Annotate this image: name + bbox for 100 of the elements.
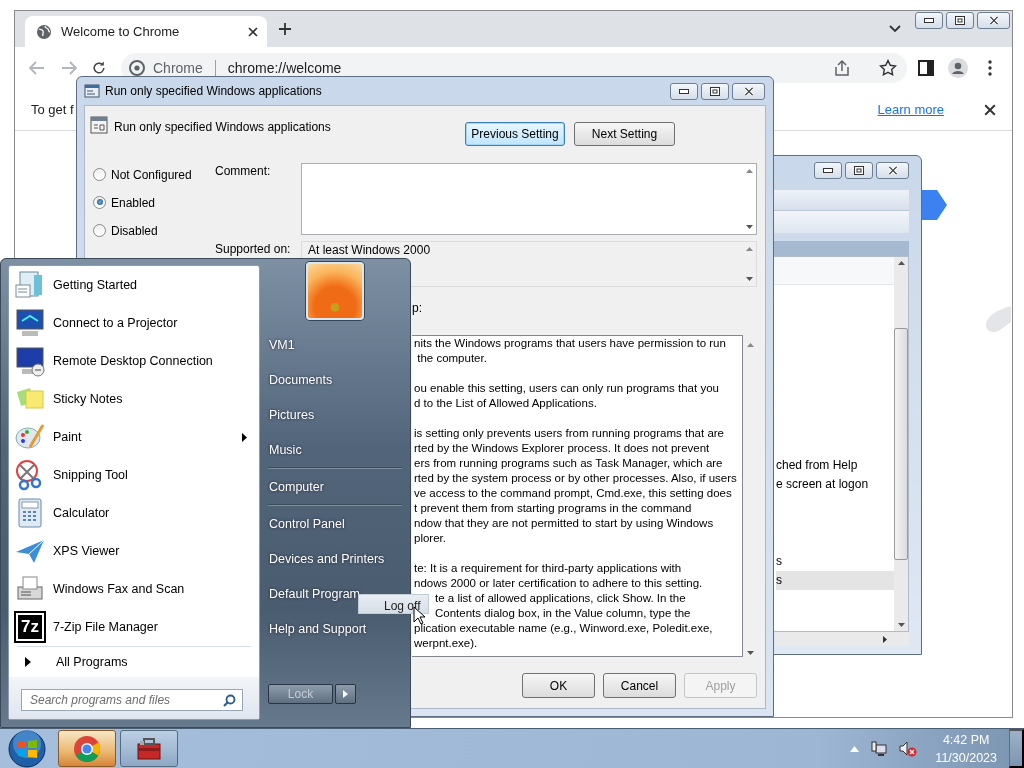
list-row[interactable]: e screen at logon [776,475,894,494]
start-menu-link[interactable]: Computer [268,469,324,504]
help-text-line: ndow that they are not permitted to start by using Windows [414,516,714,531]
close-button[interactable] [876,161,909,179]
start-menu-link[interactable]: Help and Support [268,611,367,646]
start-button[interactable] [8,729,46,768]
policy-window-icon [84,83,100,99]
monitor-icon [14,345,46,377]
clock-time: 4:42 PM [942,731,990,749]
help-text-line: rted by the system process or by other processes. Also, if users [414,471,737,486]
chrome-logo-icon [73,734,101,763]
log-off-menu-item[interactable]: Log off [358,594,429,614]
radio-button[interactable] [93,223,106,237]
start-menu-link[interactable]: Control Panel [268,506,345,541]
start-menu-link[interactable]: Default Program [268,576,360,611]
list-row[interactable]: s [776,571,894,590]
minimize-icon [679,88,689,94]
shutdown-options-button[interactable] [335,684,356,704]
close-button[interactable] [977,12,1010,29]
close-icon [886,165,899,175]
minimize-icon [823,167,833,173]
minimize-button[interactable] [670,82,698,100]
maximize-button[interactable] [946,12,974,29]
maximize-button[interactable] [701,82,729,100]
start-menu-link[interactable]: Pictures [268,397,315,432]
help-text-line: rted by the Windows Explorer process. It does not prevent [414,441,710,456]
help-text-line: the computer. [416,351,487,366]
program-item[interactable]: Calculator [9,494,259,532]
infobar-text: To get f [31,102,74,117]
url-text: chrome://welcome [227,60,343,76]
help-text-line: ers from running programs such as Task Manager, which are [414,456,723,471]
start-menu-link[interactable]: VM1 [268,327,295,362]
help-text-line: ndows 2000 or later certification to adhere to this setting. [414,576,703,591]
muted-speaker-icon[interactable] [899,740,918,757]
radio-button[interactable] [93,195,106,209]
arrow-right-icon [343,690,348,698]
site-label: Chrome [153,60,203,76]
minimize-button[interactable] [814,161,842,179]
plus-icon [278,22,292,36]
scroll-down-icon [746,651,754,655]
taskbar-button[interactable] [58,730,116,767]
radio-button[interactable] [93,167,106,181]
reload-icon[interactable] [91,60,107,76]
list-row[interactable]: s [776,552,894,571]
window-title: Run only specified Windows applications [105,84,323,98]
expand-arrow-icon [25,657,31,667]
help-text-line: ou enable this setting, users can only run programs that you [414,381,719,396]
start-menu-link[interactable]: Devices and Printers [268,541,385,576]
all-programs-item[interactable]: All Programs [9,647,259,677]
program-item[interactable]: Getting Started [9,266,259,304]
comment-label: Comment: [215,163,272,180]
side-panel-icon[interactable] [916,58,936,78]
show-desktop-button[interactable] [1009,729,1024,768]
profile-icon[interactable] [948,58,968,78]
program-item[interactable]: Remote Desktop Connection [9,342,259,380]
new-tab-button[interactable] [278,22,292,36]
previous-setting-button[interactable]: Previous Setting [465,122,565,146]
user-picture [306,262,364,320]
network-icon[interactable] [871,740,888,757]
program-item[interactable]: XPS Viewer [9,532,259,570]
share-icon[interactable] [833,59,851,77]
program-item[interactable]: Snipping Tool [9,456,259,494]
help-text-line: is setting only prevents users from running programs that are [414,426,724,441]
program-item[interactable]: Windows Fax and Scan [9,570,259,608]
next-setting-button[interactable]: Next Setting [574,122,675,146]
program-item[interactable]: Connect to a Projector [9,304,259,342]
help-text-line: plication executable name (e.g., Winword.exe, Poledit.exe, [414,621,713,636]
ok-button[interactable]: OK [522,673,595,698]
start-menu-link[interactable]: Documents [268,362,333,397]
star-icon[interactable] [879,59,897,77]
help-text-line: Contents dialog box, in the Value column, type the [435,606,691,621]
search-icon [223,693,236,707]
option-label[interactable]: Enabled [111,194,156,210]
scroll-right-icon [883,635,887,643]
setting-name: Run only specified Windows applications [114,119,332,136]
minimize-button[interactable] [915,12,943,29]
option-label[interactable]: Disabled [111,222,158,238]
infobar-close-button[interactable] [984,103,996,116]
cancel-button[interactable]: Cancel [603,673,676,698]
setting-icon [90,116,108,134]
minimize-icon [924,18,934,23]
program-item[interactable]: Sticky Notes [9,380,259,418]
program-item[interactable]: Paint [9,418,259,456]
taskbar-button[interactable] [120,730,178,767]
program-item[interactable]: 7z 7-Zip File Manager [9,608,259,646]
close-button[interactable] [732,82,765,100]
tab-close-button[interactable] [248,26,258,37]
learn-more-link[interactable]: Learn more [877,102,944,117]
option-label[interactable]: Not Configured [111,166,192,182]
list-row[interactable]: ched from Help [776,456,894,475]
monitor-icon [14,307,46,339]
scroll-thumb[interactable] [894,328,908,560]
start-menu-link[interactable]: Music [268,432,302,467]
restore-icon [955,16,965,25]
browser-tab[interactable]: Welcome to Chrome [25,16,267,47]
search-field[interactable]: Search programs and files [21,689,243,711]
windows-logo-icon [8,729,46,768]
chevron-down-icon[interactable] [889,25,901,33]
blob-shape [985,306,1011,334]
maximize-button[interactable] [845,161,873,179]
